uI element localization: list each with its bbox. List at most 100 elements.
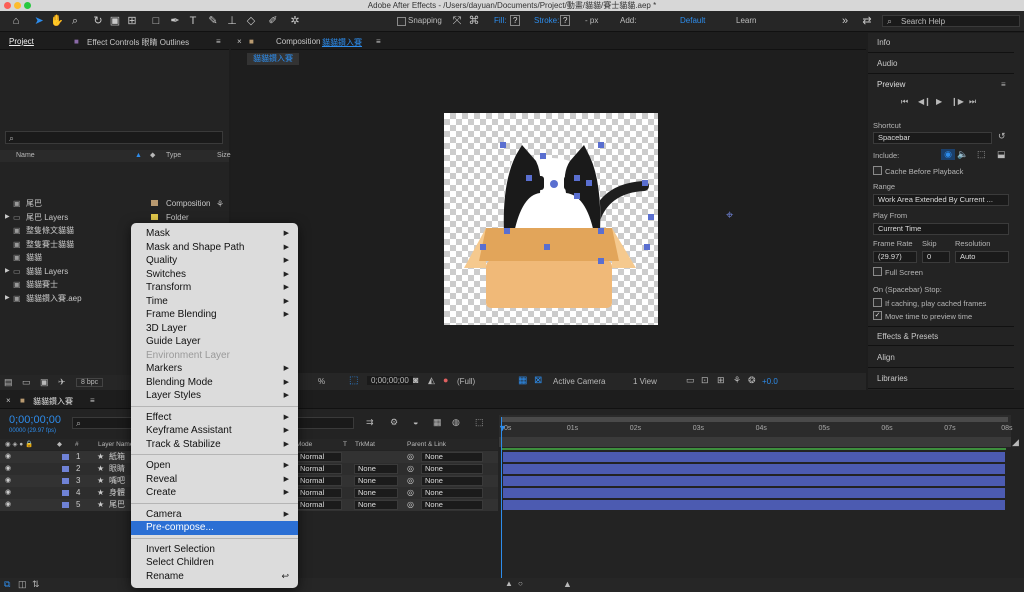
pick-whip-icon[interactable]: ◎ [407,499,414,511]
preview-menu-icon[interactable]: ≡ [1001,80,1006,89]
show-channel-icon[interactable]: ● [443,375,448,385]
menu-item-select-children[interactable]: Select Children [131,556,298,570]
parent-select[interactable]: None [421,452,483,462]
blend-mode-select[interactable]: Normal [296,488,342,498]
new-composition-icon[interactable]: ▣ [40,377,49,388]
label-color-swatch[interactable] [62,454,69,460]
column-trkmat[interactable]: TrkMat [355,439,375,450]
anchor-point-icon[interactable]: ⌖ [726,207,733,223]
track-matte-select[interactable]: None [354,500,398,510]
interpret-footage-icon[interactable]: ▤ [4,377,13,388]
label-color-swatch[interactable] [151,200,158,206]
hand-tool-icon[interactable]: ✋ [50,14,64,28]
region-of-interest-icon[interactable]: ⬚ [349,375,358,386]
pick-whip-icon[interactable]: ◎ [407,451,414,463]
transfer-controls-icon[interactable]: ◫ [18,579,27,590]
audio-panel-header[interactable]: Audio [868,54,1014,74]
resolution-select[interactable]: Auto [955,251,1009,263]
menu-item-switches[interactable]: Switches ▶ [131,268,298,282]
composition-breadcrumb[interactable]: 貓貓鑽入賽 [247,53,299,65]
pick-whip-icon[interactable]: ◎ [407,487,414,499]
effects-presets-panel-header[interactable]: Effects & Presets [868,326,1014,346]
snapping-checkbox[interactable] [397,17,406,26]
include-video-icon[interactable]: ◉ [941,149,955,160]
blend-mode-select[interactable]: Normal [296,464,342,474]
add-label[interactable]: Add: [620,16,636,25]
list-item[interactable]: ▶ ▭ 尾巴 Layers Folder [0,211,228,224]
rectangle-tool-icon[interactable]: □ [149,14,163,28]
selection-tool-icon[interactable]: ➤ [32,14,46,28]
align-panel-header[interactable]: Align [868,348,1014,368]
menu-item-create[interactable]: Create ▶ [131,486,298,500]
panel-menu-icon[interactable]: ≡ [376,37,381,46]
label-color-swatch[interactable] [62,502,69,508]
show-snapshot-icon[interactable]: ◭ [428,375,435,386]
composition-tab-name[interactable]: 貓貓鑽入賽 [322,37,362,48]
menu-item-track-stabilize[interactable]: Track & Stabilize ▶ [131,438,298,452]
stroke-width[interactable]: - px [585,16,598,25]
fast-previews-icon[interactable]: ⊡ [701,375,709,386]
label-color-swatch[interactable] [151,213,158,220]
snapshot-icon[interactable]: ◙ [413,375,418,385]
reset-icon[interactable]: ↺ [998,131,1006,142]
track-matte-select[interactable]: None [354,476,398,486]
play-from-select[interactable]: Current Time [873,223,1009,235]
menu-item-markers[interactable]: Markers ▶ [131,362,298,376]
visibility-eye-icon[interactable]: ◉ [5,475,11,487]
menu-item-mask-and-shape-path[interactable]: Mask and Shape Path ▶ [131,241,298,255]
cache-before-playback-checkbox[interactable] [873,166,882,175]
menu-item-time[interactable]: Time ▶ [131,295,298,309]
track-matte-select[interactable]: None [354,464,398,474]
column-size[interactable]: Size [217,150,231,162]
eraser-tool-icon[interactable]: ◇ [244,14,258,28]
menu-item-3d-layer[interactable]: 3D Layer [131,322,298,336]
transparency-grid-icon[interactable]: ▦ [518,375,527,386]
column-number[interactable]: # [75,439,79,450]
menu-item-mask[interactable]: Mask ▶ [131,227,298,241]
libraries-panel-header[interactable]: Libraries [868,369,1014,389]
exposure-value[interactable]: +0.0 [762,377,778,386]
menu-item-keyframe-assistant[interactable]: Keyframe Assistant ▶ [131,424,298,438]
snap-options-icon[interactable]: ⤧ [450,14,464,28]
zoom-slider-handle[interactable]: ○ [518,579,523,588]
close-window-button[interactable] [4,2,11,9]
camera-tool-icon[interactable]: ▣ [108,14,122,28]
puppet-tool-icon[interactable]: ✲ [288,14,302,28]
pen-tool-icon[interactable]: ✒ [168,14,182,28]
parent-select[interactable]: None [421,476,483,486]
menu-item-frame-blending[interactable]: Frame Blending ▶ [131,308,298,322]
sort-arrow-icon[interactable]: ▲ [135,150,142,162]
close-tab-icon[interactable]: × [237,37,242,46]
column-t[interactable]: T [343,439,347,450]
layer-duration-bar[interactable] [503,452,1005,462]
skip-select[interactable]: 0 [922,251,950,263]
rotate-tool-icon[interactable]: ↻ [91,14,105,28]
play-icon[interactable]: ▶ [936,97,942,106]
label-color-swatch[interactable] [62,478,69,484]
stroke-swatch[interactable]: ? [560,15,571,26]
3d-view-icon[interactable]: ⊠ [534,375,542,386]
graph-editor-icon[interactable]: ⬚ [475,417,484,428]
column-layer-name[interactable]: Layer Name [98,439,133,450]
timeline-icon[interactable]: ⊞ [717,375,725,386]
toggle-pixel-aspect-icon[interactable]: ▭ [686,375,695,386]
shortcut-select[interactable]: Spacebar [873,132,992,144]
clone-stamp-tool-icon[interactable]: ⊥ [225,14,239,28]
layer-switches-icon[interactable]: ⧉ [4,579,10,590]
move-time-checkbox[interactable]: ✓ [873,311,882,320]
menu-item-reveal[interactable]: Reveal ▶ [131,473,298,487]
playhead-icon[interactable]: ▼ [498,423,507,433]
menu-item-layer-styles[interactable]: Layer Styles ▶ [131,389,298,403]
current-time-display[interactable]: 0;00;00;00 [367,376,413,385]
frame-rate-select[interactable]: (29.97) [873,251,917,263]
zoom-out-icon[interactable]: ▲ [505,579,513,588]
panel-menu-icon[interactable]: ≡ [216,37,221,46]
zoom-in-icon[interactable]: ▲ [563,579,572,589]
list-item[interactable]: ▣ 尾巴 Composition [0,197,228,210]
preview-panel-header[interactable]: Preview [868,75,1014,95]
search-help-field[interactable]: ⌕ Search Help [882,15,1020,27]
composition-tab-label[interactable]: Composition [276,37,320,46]
new-folder-icon[interactable]: ▭ [22,377,31,388]
label-tag-icon[interactable]: ◆ [57,439,62,450]
pan-behind-tool-icon[interactable]: ⊞ [125,14,139,28]
